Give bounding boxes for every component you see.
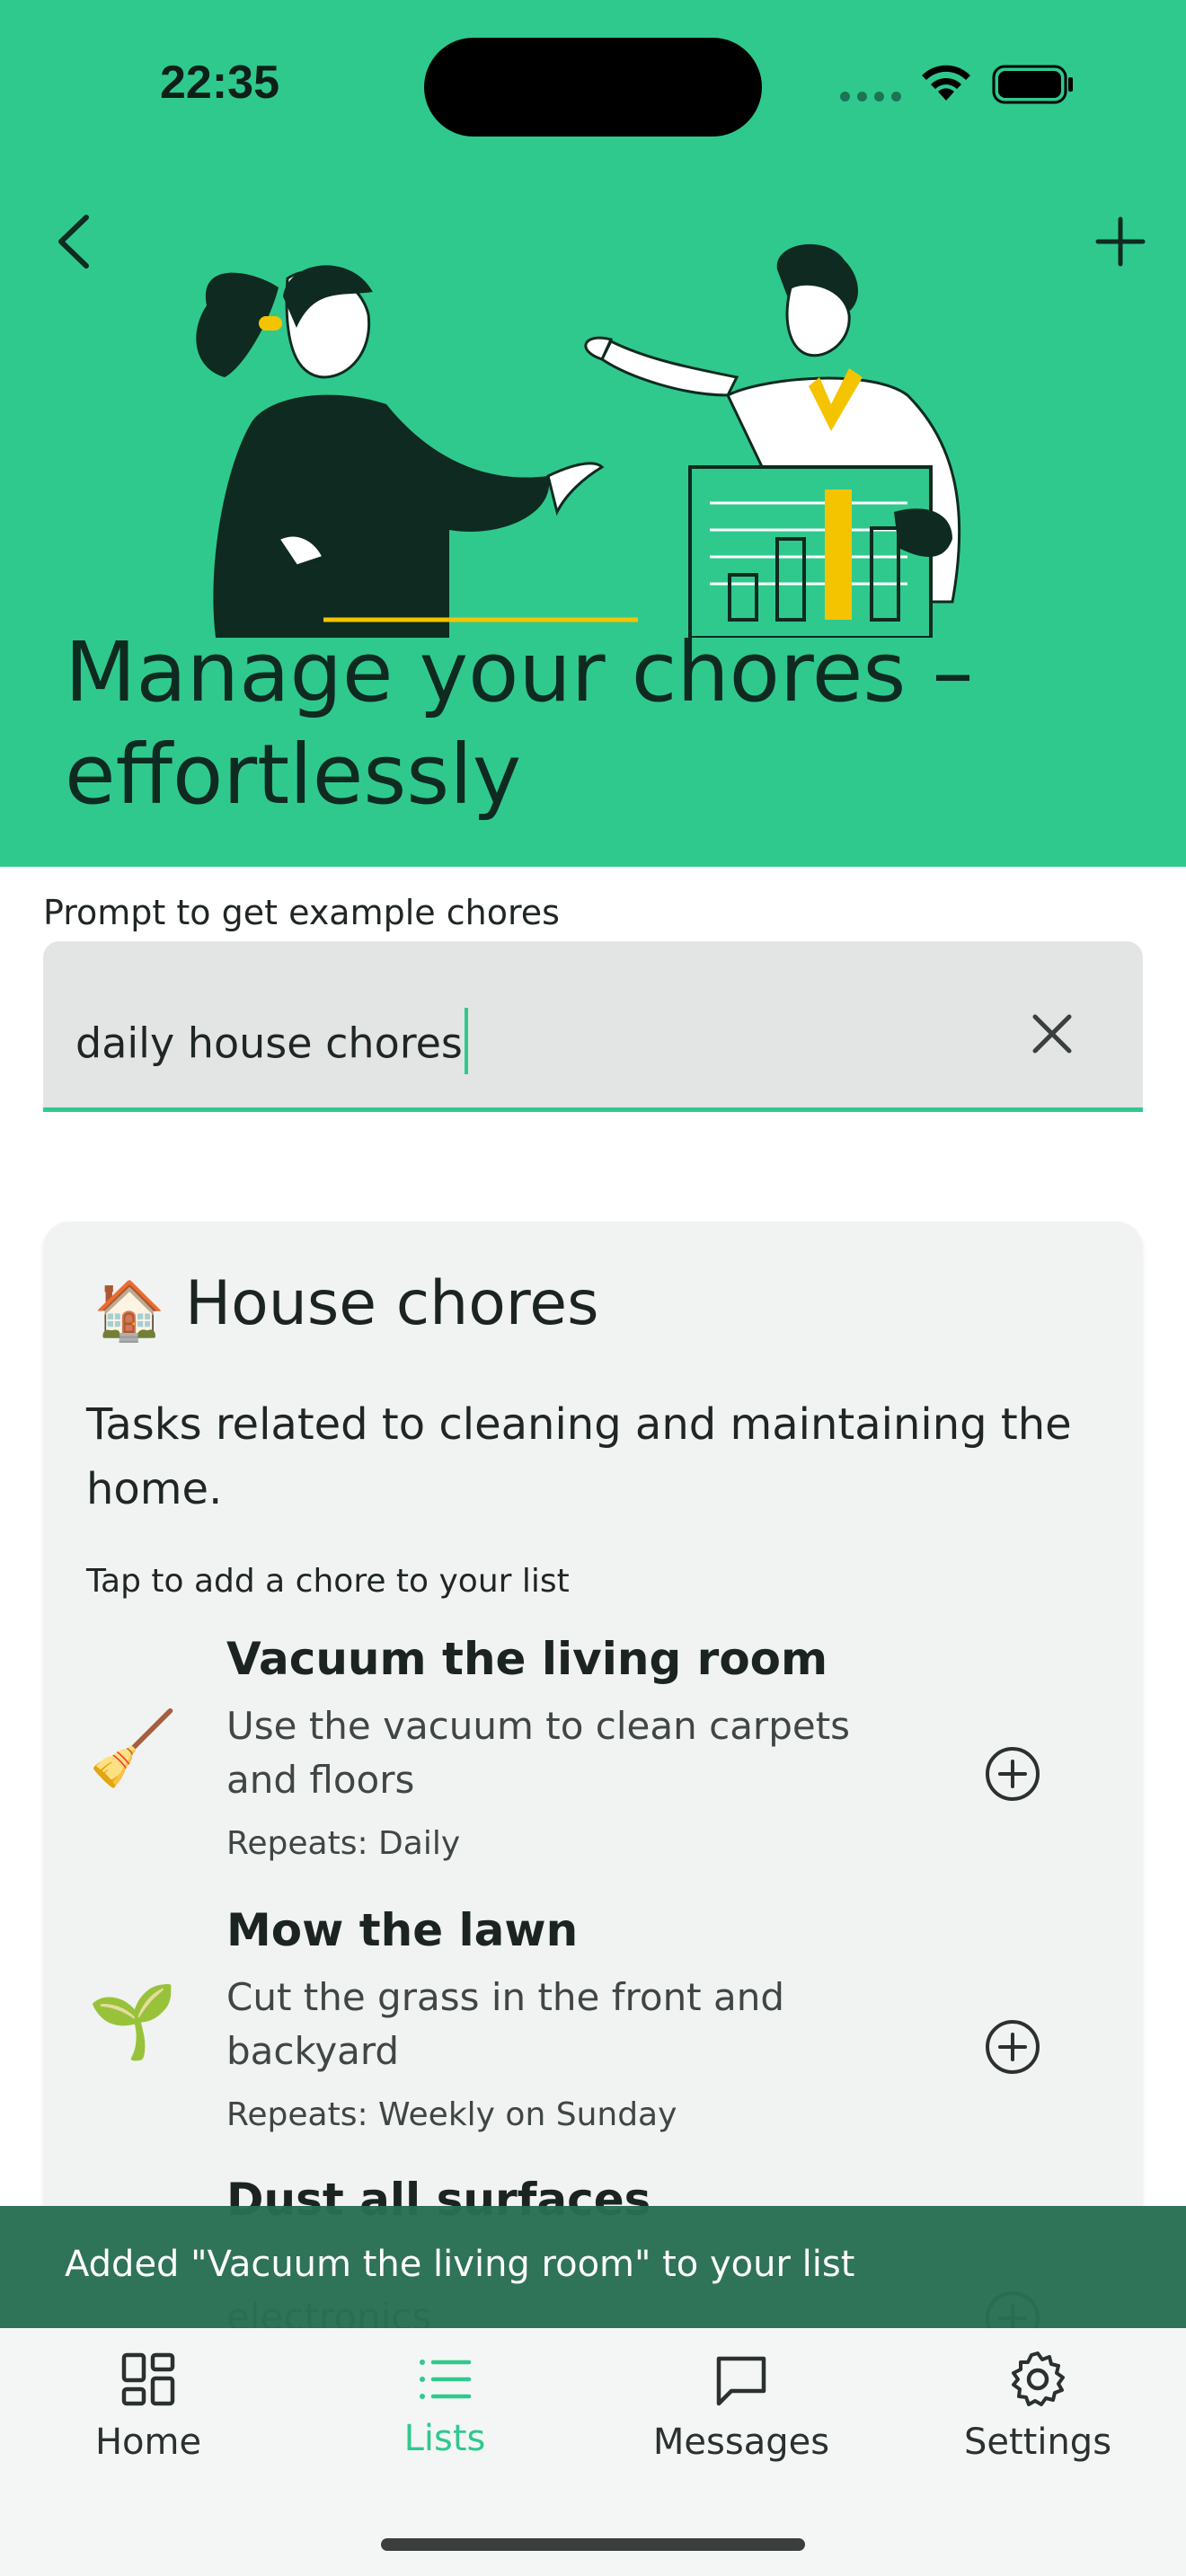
prompt-input[interactable]: daily house chores	[43, 941, 1143, 1112]
wifi-icon	[922, 65, 970, 101]
chore-repeat: Repeats: Daily	[226, 1825, 461, 1862]
chore-description: Use the vacuum to clean carpets and floo…	[226, 1704, 851, 1802]
nav-label-home: Home	[94, 2422, 202, 2463]
page-title: Manage your chores – effortlessly	[65, 624, 974, 823]
nav-item-home[interactable]: Home	[0, 2328, 296, 2508]
grid-icon	[121, 2352, 175, 2406]
dynamic-island	[424, 38, 762, 137]
text-caret	[464, 1008, 468, 1074]
chore-item[interactable]: 🧹 Vacuum the living room Use the vacuum …	[43, 1633, 1143, 1893]
list-icon	[420, 2360, 472, 2399]
seedling-icon: 🌱	[88, 1980, 178, 2063]
nav-label-settings: Settings	[963, 2422, 1112, 2463]
home-indicator[interactable]	[381, 2538, 805, 2551]
chore-description: Cut the grass in the front and backyard	[226, 1975, 785, 2073]
snackbar-message: Added "Vacuum the living room" to your l…	[65, 2244, 855, 2285]
chat-bubble-icon	[716, 2356, 766, 2406]
nav-label-messages: Messages	[652, 2422, 830, 2463]
nav-item-settings[interactable]: Settings	[890, 2328, 1186, 2508]
prompt-input-value: daily house chores	[75, 1019, 463, 1068]
battery-icon	[992, 65, 1073, 104]
card-hint: Tap to add a chore to your list	[86, 1563, 570, 1600]
chore-title: Vacuum the living room	[226, 1633, 828, 1685]
close-icon[interactable]	[1022, 1004, 1082, 1063]
chore-repeat: Repeats: Weekly on Sunday	[226, 2096, 677, 2133]
card-title: House chores	[185, 1268, 599, 1339]
add-circle-icon[interactable]	[983, 1744, 1042, 1804]
prompt-label: Prompt to get example chores	[43, 893, 560, 932]
chore-item[interactable]: 🌱 Mow the lawn Cut the grass in the fron…	[43, 1904, 1143, 2165]
add-circle-icon[interactable]	[983, 2017, 1042, 2077]
gear-icon	[1012, 2351, 1065, 2406]
card-description: Tasks related to cleaning and maintainin…	[86, 1399, 1072, 1514]
status-time: 22:35	[160, 57, 279, 109]
chore-title: Mow the lawn	[226, 1904, 579, 1956]
nav-item-lists[interactable]: Lists	[296, 2328, 593, 2508]
signal-dots-icon	[840, 92, 901, 101]
nav-label-lists: Lists	[403, 2418, 486, 2459]
nav-item-messages[interactable]: Messages	[593, 2328, 890, 2508]
snackbar: Added "Vacuum the living room" to your l…	[0, 2206, 1186, 2328]
people-illustration	[196, 243, 961, 638]
hero-header: 22:35 Manage your chores – effortlessly	[0, 0, 1186, 867]
house-icon: 🏠	[93, 1278, 165, 1345]
broom-icon: 🧹	[88, 1707, 178, 1790]
back-chevron-icon[interactable]	[52, 212, 97, 271]
add-plus-icon[interactable]	[1094, 216, 1146, 268]
